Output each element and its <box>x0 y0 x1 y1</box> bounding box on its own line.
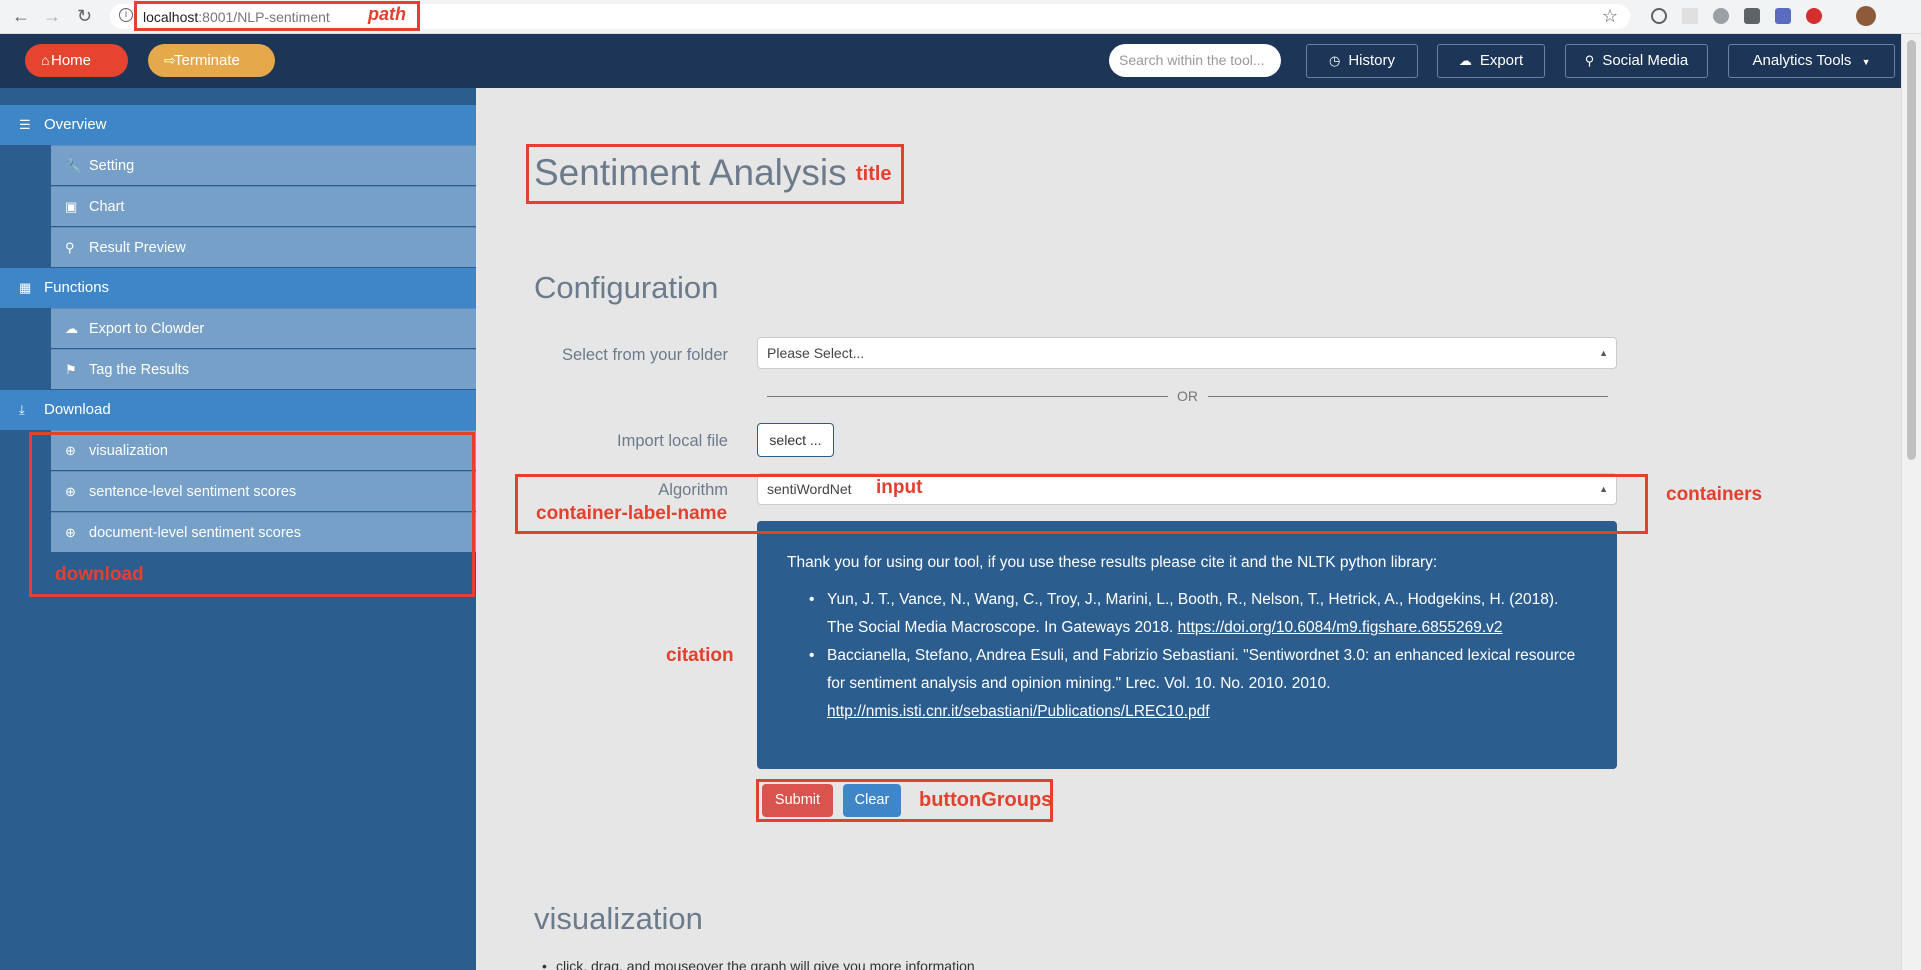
select-file-button[interactable]: select ... <box>757 423 834 457</box>
citation-panel: Thank you for using our tool, if you use… <box>757 521 1617 769</box>
select-arrows-icon: ▲ <box>1599 348 1608 358</box>
home-icon: ⌂ <box>41 52 50 68</box>
search-icon: ⚲ <box>1584 53 1595 68</box>
extension-icon[interactable] <box>1713 8 1729 24</box>
url-text: localhost:8001/NLP-sentiment <box>143 9 330 25</box>
algorithm-label: Algorithm <box>658 481 728 499</box>
import-file-label: Import local file <box>617 432 728 450</box>
bookmark-star-icon[interactable]: ☆ <box>1602 6 1618 27</box>
extension-icon[interactable] <box>1775 8 1791 24</box>
visualization-hint: click, drag, and mouseover the graph wil… <box>542 958 975 970</box>
citation-link[interactable]: https://doi.org/10.6084/m9.figshare.6855… <box>1178 619 1503 636</box>
cloud-upload-icon: ☁ <box>65 321 78 336</box>
sidebar-item-export-clowder[interactable]: ☁ Export to Clowder <box>51 308 476 348</box>
submit-button[interactable]: Submit <box>762 784 833 817</box>
annotation-label-path: path <box>368 4 406 24</box>
extension-icon[interactable] <box>1806 8 1822 24</box>
page-scrollbar[interactable] <box>1901 34 1921 970</box>
citation-link[interactable]: http://nmis.isti.cnr.it/sebastiani/Publi… <box>827 703 1210 720</box>
sidebar-item-download-document-scores[interactable]: ⊕ document-level sentiment scores <box>51 512 476 552</box>
cloud-icon: ☁ <box>1458 53 1472 68</box>
sidebar-section-download[interactable]: ⤓ Download <box>0 390 476 430</box>
sidebar-item-download-sentence-scores[interactable]: ⊕ sentence-level sentiment scores <box>51 471 476 511</box>
download-icon: ⤓ <box>19 402 25 417</box>
home-button[interactable]: ⌂ Home <box>25 44 128 77</box>
sidebar-item-result-preview[interactable]: ⚲ Result Preview <box>51 227 476 267</box>
tag-icon: ⚑ <box>65 362 77 377</box>
annotation-label-container-label-name: container-label-name <box>536 503 728 524</box>
wrench-icon: 🔧 <box>65 158 82 173</box>
forward-arrow-icon[interactable]: → <box>43 6 61 27</box>
clear-button[interactable]: Clear <box>843 784 901 817</box>
citation-item: Yun, J. T., Vance, N., Wang, C., Troy, J… <box>787 586 1587 642</box>
sidebar-section-overview[interactable]: ☰ Overview <box>0 105 476 145</box>
divider-line <box>1208 396 1608 397</box>
zoom-icon: ⚲ <box>65 240 75 255</box>
sidebar-item-tag-results[interactable]: ⚑ Tag the Results <box>51 349 476 389</box>
address-bar[interactable]: i localhost:8001/NLP-sentiment ☆ <box>110 4 1630 29</box>
annotation-label-containers: containers <box>1666 484 1763 505</box>
visualization-heading: visualization <box>534 901 703 936</box>
clock-icon: ◷ <box>1328 53 1341 68</box>
analytics-tools-dropdown[interactable]: Analytics Tools ▼ <box>1728 44 1895 78</box>
annotation-label-download: download <box>55 564 144 585</box>
or-separator: OR <box>1177 388 1198 404</box>
export-button[interactable]: ☁ Export <box>1437 44 1545 78</box>
sidebar-item-chart[interactable]: ▣ Chart <box>51 186 476 226</box>
profile-avatar[interactable] <box>1856 6 1876 26</box>
caret-down-icon: ▼ <box>1861 57 1871 67</box>
server-icon: ☰ <box>19 117 31 132</box>
extension-icon[interactable] <box>1744 8 1760 24</box>
citation-intro: Thank you for using our tool, if you use… <box>787 554 1438 571</box>
reload-icon[interactable]: ↻ <box>77 6 92 27</box>
tool-search-input[interactable]: Search within the tool... <box>1109 44 1281 77</box>
history-button[interactable]: ◷ History <box>1306 44 1418 78</box>
sidebar: ☰ Overview 🔧 Setting ▣ Chart ⚲ Result Pr… <box>0 88 476 970</box>
sign-out-icon: ⇨ <box>164 52 176 68</box>
browser-toolbar: ← → ↻ i localhost:8001/NLP-sentiment ☆ <box>0 0 1921 34</box>
scrollbar-thumb[interactable] <box>1907 40 1916 460</box>
grid-icon: ▦ <box>19 280 32 295</box>
sidebar-section-functions[interactable]: ▦ Functions <box>0 268 476 308</box>
extension-icon[interactable] <box>1682 8 1698 24</box>
folder-select[interactable]: Please Select... ▲ <box>757 337 1617 369</box>
social-media-button[interactable]: ⚲ Social Media <box>1565 44 1708 78</box>
configuration-heading: Configuration <box>534 270 719 305</box>
annotation-label-button-groups: buttonGroups <box>919 789 1053 811</box>
select-arrows-icon: ▲ <box>1599 484 1608 494</box>
sidebar-item-setting[interactable]: 🔧 Setting <box>51 145 476 185</box>
image-icon: ▣ <box>65 199 78 214</box>
annotation-label-title: title <box>856 163 892 185</box>
back-arrow-icon[interactable]: ← <box>12 6 30 27</box>
download-circle-icon: ⊕ <box>65 484 76 499</box>
extension-icon[interactable] <box>1651 8 1667 24</box>
folder-select-label: Select from your folder <box>562 346 728 364</box>
site-info-icon[interactable]: i <box>119 8 133 22</box>
sidebar-item-download-visualization[interactable]: ⊕ visualization <box>51 430 476 470</box>
download-circle-icon: ⊕ <box>65 525 76 540</box>
top-navbar: ⌂ Home ⇨ Terminate Search within the too… <box>0 34 1901 88</box>
divider-line <box>767 396 1168 397</box>
page-title: Sentiment Analysis <box>534 152 847 193</box>
citation-item: Baccianella, Stefano, Andrea Esuli, and … <box>787 642 1587 726</box>
terminate-button[interactable]: ⇨ Terminate <box>148 44 275 77</box>
annotation-label-input: input <box>876 477 923 498</box>
annotation-label-citation: citation <box>666 645 734 666</box>
download-circle-icon: ⊕ <box>65 443 76 458</box>
